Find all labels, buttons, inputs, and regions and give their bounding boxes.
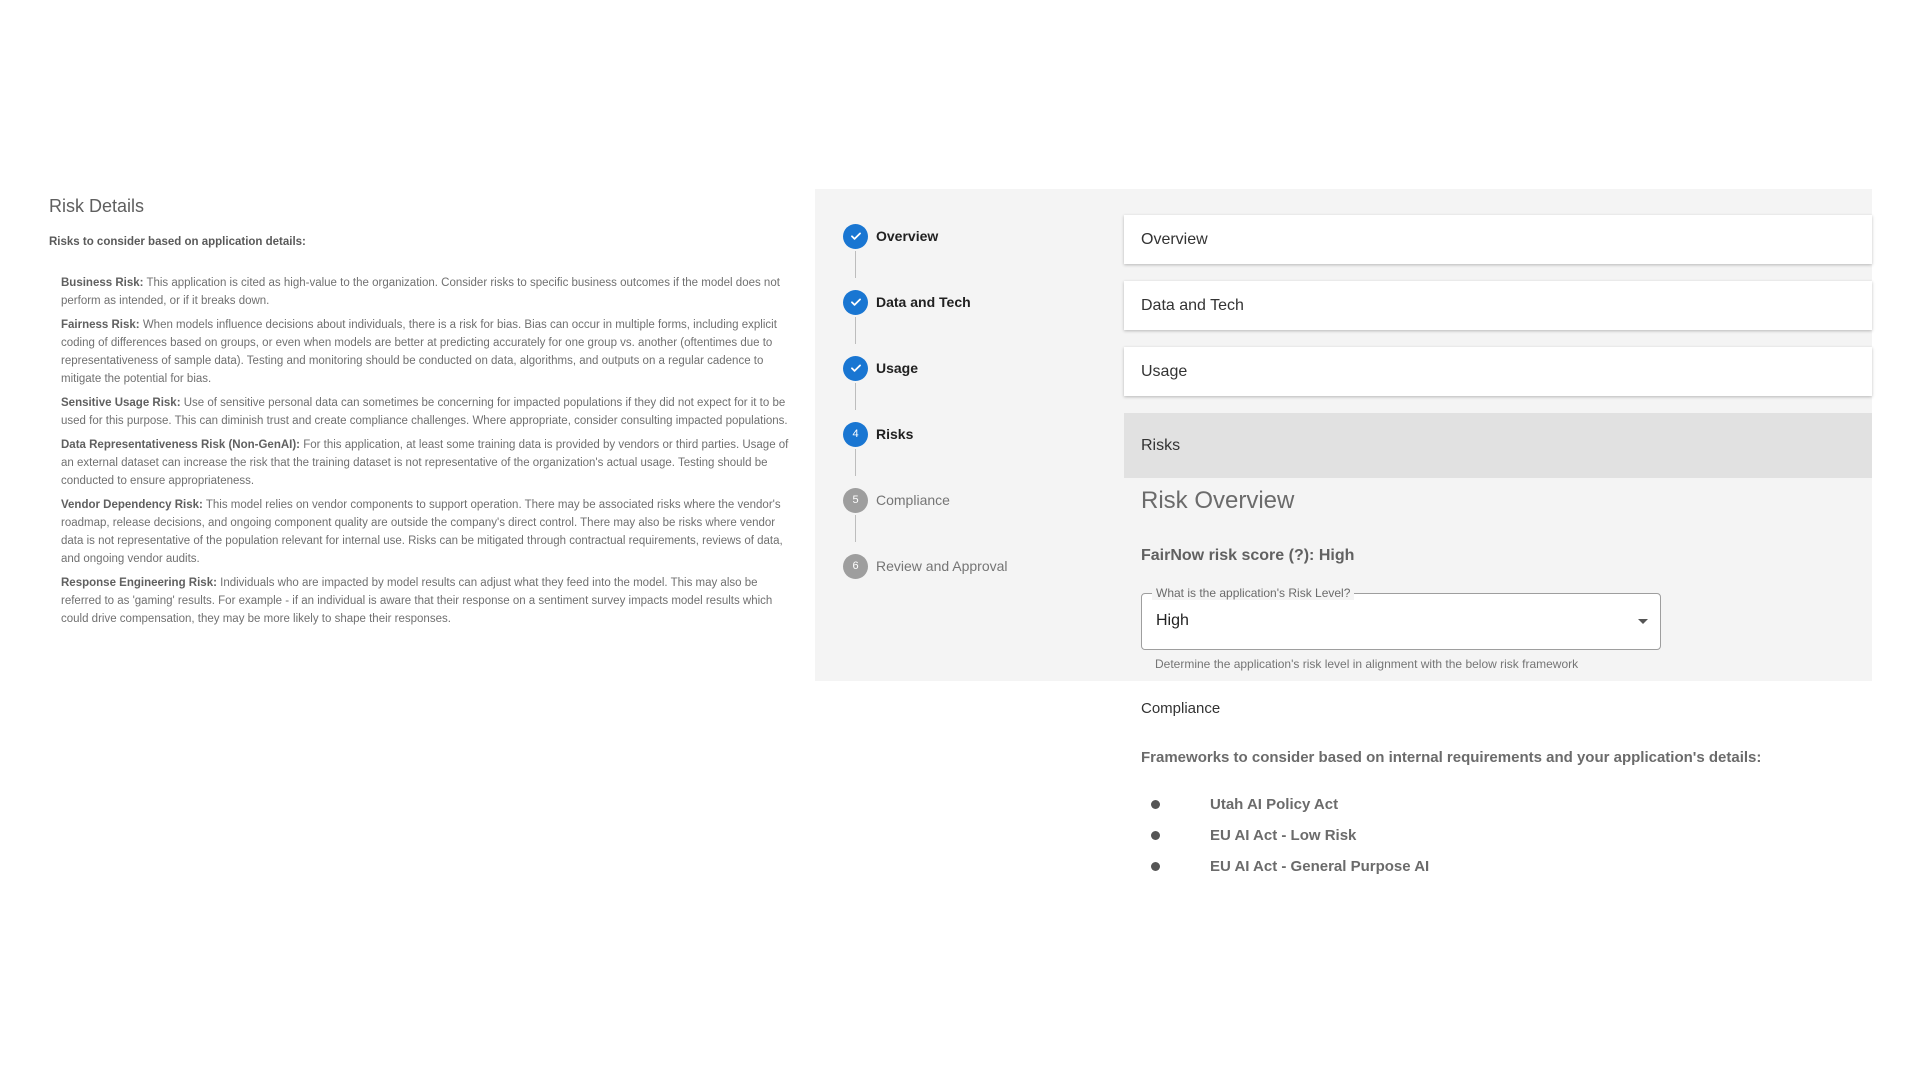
framework-name: Utah AI Policy Act: [1210, 796, 1339, 813]
framework-name: EU AI Act - General Purpose AI: [1210, 858, 1430, 875]
risk-level-helper-text: Determine the application's risk level i…: [1155, 657, 1579, 671]
step-connector: [855, 317, 856, 344]
frameworks-intro: Frameworks to consider based on internal…: [1141, 749, 1762, 766]
risk-details-subtitle: Risks to consider based on application d…: [49, 236, 306, 248]
risk-item-text: This application is cited as high-value …: [61, 277, 780, 307]
bullet-icon: [1151, 831, 1160, 840]
step-label: Overview: [876, 228, 939, 244]
risk-item-vendor-dependency: Vendor Dependency Risk: This model relie…: [61, 496, 789, 568]
check-icon: [843, 289, 868, 315]
risk-item-name: Business Risk:: [61, 277, 144, 289]
risk-level-value: High: [1156, 612, 1189, 629]
step-usage[interactable]: Usage: [843, 355, 918, 381]
section-risks[interactable]: Risks: [1124, 413, 1872, 478]
risk-item-data-representativeness: Data Representativeness Risk (Non-GenAI)…: [61, 436, 789, 490]
step-data-and-tech[interactable]: Data and Tech: [843, 289, 971, 315]
risk-score: FairNow risk score (?): High: [1141, 547, 1355, 564]
check-icon: [843, 355, 868, 381]
list-item: Utah AI Policy Act: [1151, 789, 1429, 820]
section-overview[interactable]: Overview: [1124, 215, 1872, 264]
step-connector: [855, 449, 856, 476]
risk-item-business: Business Risk: This application is cited…: [61, 274, 789, 310]
step-overview[interactable]: Overview: [843, 223, 938, 249]
risk-item-name: Fairness Risk:: [61, 319, 140, 331]
step-compliance[interactable]: 5 Compliance: [843, 487, 950, 513]
list-item: EU AI Act - General Purpose AI: [1151, 851, 1429, 882]
risk-item-name: Response Engineering Risk:: [61, 577, 217, 589]
risk-overview-title: Risk Overview: [1141, 487, 1295, 514]
bullet-icon: [1151, 800, 1160, 809]
step-review-and-approval[interactable]: 6 Review and Approval: [843, 553, 1008, 579]
bullet-icon: [1151, 862, 1160, 871]
section-usage[interactable]: Usage: [1124, 347, 1872, 396]
risk-level-label: What is the application's Risk Level?: [1152, 586, 1355, 600]
dropdown-arrow-icon: [1638, 619, 1648, 624]
compliance-title: Compliance: [1141, 700, 1221, 717]
risk-list: Business Risk: This application is cited…: [49, 274, 789, 628]
step-connector: [855, 251, 856, 278]
risk-details-panel: Risk Details Risks to consider based on …: [49, 196, 789, 634]
step-number: 6: [843, 553, 868, 579]
risk-item-name: Sensitive Usage Risk:: [61, 397, 181, 409]
check-icon: [843, 223, 868, 249]
step-label: Compliance: [876, 492, 950, 508]
step-label: Review and Approval: [876, 558, 1008, 574]
step-connector: [855, 383, 856, 410]
risk-level-select[interactable]: What is the application's Risk Level? Hi…: [1141, 586, 1661, 650]
section-data-and-tech[interactable]: Data and Tech: [1124, 281, 1872, 330]
step-label: Data and Tech: [876, 294, 971, 310]
risk-item-name: Vendor Dependency Risk:: [61, 499, 203, 511]
list-item: EU AI Act - Low Risk: [1151, 820, 1429, 851]
step-number: 4: [843, 421, 868, 447]
frameworks-list: Utah AI Policy Act EU AI Act - Low Risk …: [1151, 789, 1429, 882]
risk-item-response-engineering: Response Engineering Risk: Individuals w…: [61, 574, 789, 628]
risk-item-text: When models influence decisions about in…: [61, 319, 777, 385]
step-number: 5: [843, 487, 868, 513]
step-connector: [855, 515, 856, 542]
step-label: Usage: [876, 360, 919, 376]
risk-item-sensitive-usage: Sensitive Usage Risk: Use of sensitive p…: [61, 394, 789, 430]
step-label: Risks: [876, 426, 914, 442]
step-risks[interactable]: 4 Risks: [843, 421, 913, 447]
risk-item-name: Data Representativeness Risk (Non-GenAI)…: [61, 439, 301, 451]
risk-item-fairness: Fairness Risk: When models influence dec…: [61, 316, 789, 388]
framework-name: EU AI Act - Low Risk: [1210, 827, 1357, 844]
risk-details-title: Risk Details: [49, 196, 145, 216]
